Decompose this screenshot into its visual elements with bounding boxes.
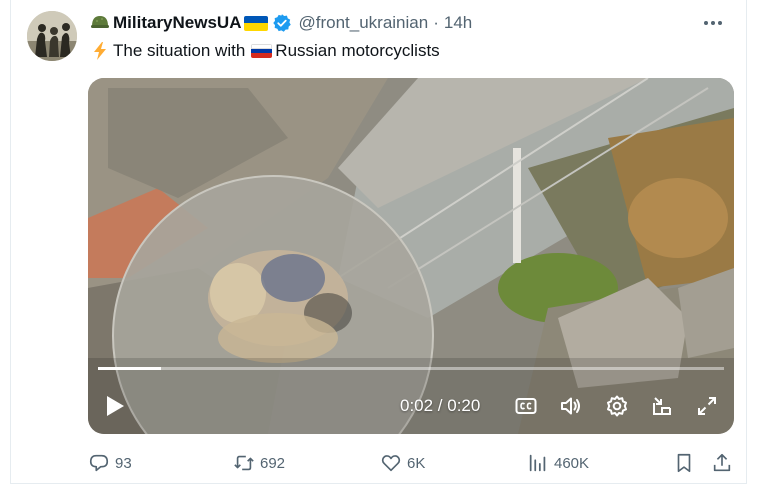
author-handle[interactable]: @front_ukrainian (298, 13, 428, 33)
bookmark-button[interactable] (673, 452, 695, 474)
retweet-button[interactable]: 692 (233, 452, 285, 474)
lightning-emoji-icon (94, 42, 106, 60)
flag-russia-icon (251, 44, 273, 58)
like-count: 6K (407, 454, 426, 472)
helmet-emoji-icon (91, 16, 109, 28)
captions-icon[interactable] (514, 394, 538, 418)
views-button[interactable]: 460K (527, 452, 589, 474)
play-icon[interactable] (104, 394, 126, 418)
flag-ukraine-icon (244, 15, 269, 31)
reply-button[interactable]: 93 (88, 452, 132, 474)
more-icon[interactable] (701, 14, 725, 32)
bookmark-icon (677, 453, 691, 473)
like-button[interactable]: 6K (380, 452, 425, 474)
views-count: 460K (554, 454, 590, 472)
tweet-text-part1: The situation with (113, 41, 246, 60)
author-name[interactable]: MilitaryNewsUA (113, 13, 241, 33)
tweet-actions: 93 692 6K 460K (0, 452, 757, 476)
tweet-header: MilitaryNewsUA @front_ukrainian · 14h (90, 12, 472, 34)
video-progress-fill (98, 367, 161, 370)
share-icon (713, 453, 731, 472)
picture-in-picture-icon[interactable] (650, 394, 674, 418)
reply-icon (89, 454, 109, 472)
settings-icon[interactable] (605, 394, 629, 418)
volume-icon[interactable] (559, 394, 583, 418)
tweet-text-part2: Russian motorcyclists (275, 41, 440, 60)
retweet-icon (234, 455, 254, 471)
video-time: 0:02 / 0:20 (400, 396, 481, 415)
views-icon (529, 454, 546, 472)
time-ago[interactable]: 14h (444, 13, 472, 33)
avatar[interactable] (27, 11, 77, 61)
retweet-count: 692 (260, 454, 286, 472)
verified-badge-icon[interactable] (272, 13, 292, 33)
reply-count: 93 (115, 454, 132, 472)
video-frame (88, 78, 734, 434)
tweet-text: The situation with Russian motorcyclists (90, 40, 440, 62)
separator-dot: · (433, 13, 439, 32)
share-button[interactable] (711, 452, 733, 474)
fullscreen-icon[interactable] (695, 394, 719, 418)
like-icon (381, 455, 401, 472)
video-player[interactable]: 0:02 / 0:20 (88, 78, 734, 434)
avatar-image (27, 11, 77, 61)
video-progress-bar[interactable] (98, 367, 724, 370)
